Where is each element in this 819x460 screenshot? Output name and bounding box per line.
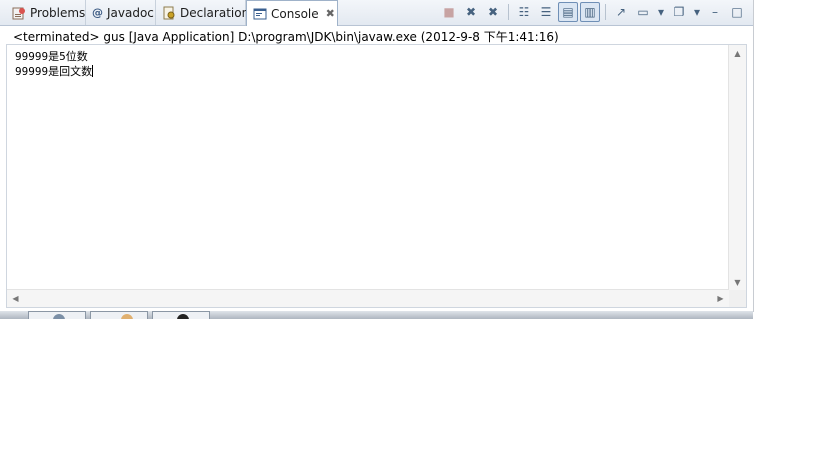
open-console-icon[interactable]: ❐ bbox=[669, 2, 689, 22]
scroll-down-arrow-icon[interactable]: ▼ bbox=[729, 274, 746, 291]
maximize-icon[interactable]: □ bbox=[727, 2, 747, 22]
taskbar-thumbnail[interactable] bbox=[28, 311, 86, 319]
console-output-text[interactable]: 99999是5位数 99999是回文数 bbox=[15, 49, 94, 79]
problems-icon bbox=[12, 6, 26, 20]
view-tab-bar: Problems @ Javadoc Declaration Console ✖… bbox=[0, 0, 753, 26]
tab-label: Console bbox=[271, 6, 319, 21]
display-console-icon[interactable]: ▭ bbox=[633, 2, 653, 22]
remove-launch-icon[interactable]: ✖ bbox=[461, 2, 481, 22]
taskbar-thumbnail[interactable] bbox=[152, 311, 210, 319]
open-console-dropdown-icon[interactable]: ▾ bbox=[691, 2, 703, 22]
pin-console-icon[interactable]: ↗ bbox=[611, 2, 631, 22]
horizontal-scrollbar[interactable]: ◀ ▶ bbox=[7, 289, 729, 307]
console-line-text: 99999是回文数 bbox=[15, 65, 93, 78]
toolbar-separator bbox=[605, 4, 606, 20]
clear-console-icon[interactable]: ☷ bbox=[514, 2, 534, 22]
close-tab-icon[interactable]: ✖ bbox=[326, 7, 335, 20]
tab-label: Declaration bbox=[180, 5, 250, 20]
console-output-area[interactable]: 99999是5位数 99999是回文数 ▲ ▼ ◀ ▶ bbox=[6, 44, 747, 308]
remove-all-terminated-icon[interactable]: ✖ bbox=[483, 2, 503, 22]
console-status-line: <terminated> gus [Java Application] D:\p… bbox=[13, 30, 559, 44]
display-console-dropdown-icon[interactable]: ▾ bbox=[655, 2, 667, 22]
scrollbar-corner bbox=[729, 290, 746, 307]
tab-problems[interactable]: Problems bbox=[6, 0, 86, 25]
tab-javadoc[interactable]: @ Javadoc bbox=[86, 0, 156, 25]
show-on-stderr-icon[interactable]: ▥ bbox=[580, 2, 600, 22]
console-view: Problems @ Javadoc Declaration Console ✖… bbox=[0, 0, 754, 312]
scroll-left-arrow-icon[interactable]: ◀ bbox=[7, 290, 24, 307]
toolbar-separator bbox=[508, 4, 509, 20]
console-icon bbox=[253, 7, 267, 21]
show-on-stdout-icon[interactable]: ▤ bbox=[558, 2, 578, 22]
console-line: 99999是5位数 bbox=[15, 50, 88, 63]
minimize-icon[interactable]: – bbox=[705, 2, 725, 22]
taskbar-thumbnail[interactable] bbox=[90, 311, 148, 319]
scroll-right-arrow-icon[interactable]: ▶ bbox=[712, 290, 729, 307]
scroll-lock-icon[interactable]: ☰ bbox=[536, 2, 556, 22]
at-sign-icon: @ bbox=[92, 6, 103, 19]
thumbnail-image bbox=[53, 314, 65, 319]
tab-console[interactable]: Console ✖ bbox=[246, 0, 338, 26]
vertical-scrollbar[interactable]: ▲ ▼ bbox=[728, 45, 746, 291]
declaration-icon bbox=[162, 6, 176, 20]
taskbar-strip bbox=[0, 311, 753, 319]
thumbnail-image bbox=[121, 314, 133, 319]
tab-declaration[interactable]: Declaration bbox=[156, 0, 250, 25]
thumbnail-image bbox=[177, 314, 189, 319]
console-toolbar: ■ ✖ ✖ ☷ ☰ ▤ ▥ ↗ ▭ ▾ ❐ ▾ – □ bbox=[439, 2, 747, 22]
scroll-up-arrow-icon[interactable]: ▲ bbox=[729, 45, 746, 62]
text-caret bbox=[92, 65, 94, 77]
console-line-last: 99999是回文数 bbox=[15, 64, 94, 79]
tab-label: Problems bbox=[30, 5, 86, 20]
tab-label: Javadoc bbox=[107, 5, 154, 20]
terminate-icon[interactable]: ■ bbox=[439, 2, 459, 22]
